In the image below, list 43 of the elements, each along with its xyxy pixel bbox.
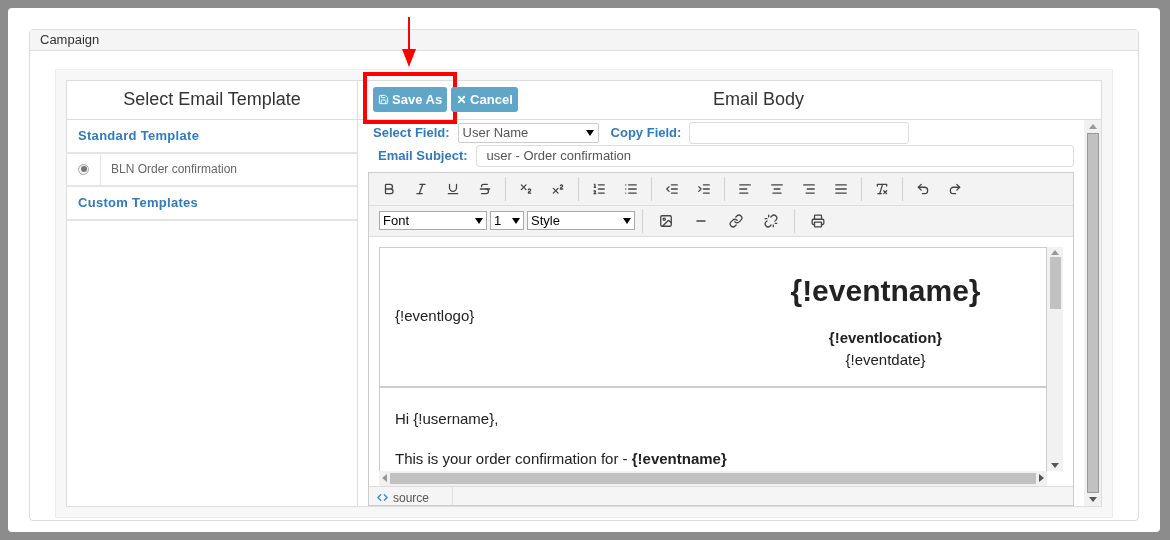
- dialog-title: Campaign: [40, 31, 100, 49]
- subject-input[interactable]: user - Order confirmation: [475, 144, 1074, 167]
- panel-title: Select Email Template: [123, 88, 301, 111]
- save-icon: [378, 94, 389, 105]
- format-select[interactable]: Font: [379, 211, 487, 230]
- email-text: Hi {!username},: [395, 408, 500, 429]
- field-label: Copy Field:: [610, 123, 682, 142]
- field-select[interactable]: User Name: [457, 122, 599, 143]
- radio-button[interactable]: [78, 163, 89, 175]
- copy-field-input[interactable]: [689, 121, 910, 144]
- vertical-scrollbar[interactable]: [1084, 119, 1101, 506]
- scroll-right-arrow-icon[interactable]: [1039, 474, 1044, 482]
- scrollbar-thumb[interactable]: [1049, 256, 1061, 309]
- scroll-down-arrow-icon[interactable]: [1088, 496, 1097, 502]
- source-tab[interactable]: source: [369, 486, 453, 505]
- email-text: This is your order confirmation for - {!eventname}: [395, 449, 728, 469]
- scroll-up-arrow-icon[interactable]: [1088, 123, 1097, 129]
- caret-icon: [512, 217, 520, 224]
- email-text: {!eventlocation}: [828, 327, 943, 348]
- panel-title: Email Body: [713, 88, 805, 111]
- field-label: Email Subject:: [378, 146, 468, 165]
- field-label: Select Field:: [373, 123, 450, 142]
- email-heading: {!eventname}: [790, 272, 981, 309]
- horizontal-scrollbar[interactable]: [379, 470, 1047, 486]
- scrollbar-thumb[interactable]: [390, 472, 1036, 484]
- format-select[interactable]: 1: [490, 211, 524, 230]
- caret-icon: [623, 217, 631, 224]
- scroll-left-arrow-icon[interactable]: [382, 474, 387, 482]
- caret-icon: [585, 129, 594, 136]
- email-text: {!eventdate}: [845, 350, 926, 370]
- caret-icon: [475, 217, 483, 224]
- vertical-scrollbar[interactable]: [1047, 246, 1063, 471]
- close-icon: [456, 94, 468, 105]
- section-heading[interactable]: Standard Template: [78, 125, 200, 146]
- section-heading[interactable]: Custom Templates: [78, 192, 199, 213]
- email-text: {!eventlogo}: [395, 306, 475, 327]
- scroll-down-arrow-icon[interactable]: [1051, 462, 1059, 468]
- template-item[interactable]: BLN Order confirmation: [67, 153, 357, 187]
- scroll-up-arrow-icon[interactable]: [1051, 249, 1059, 255]
- format-select[interactable]: Style: [527, 211, 635, 230]
- arrow-annotation: [401, 17, 417, 67]
- scrollbar-thumb[interactable]: [1086, 132, 1099, 493]
- code-icon: [377, 492, 388, 503]
